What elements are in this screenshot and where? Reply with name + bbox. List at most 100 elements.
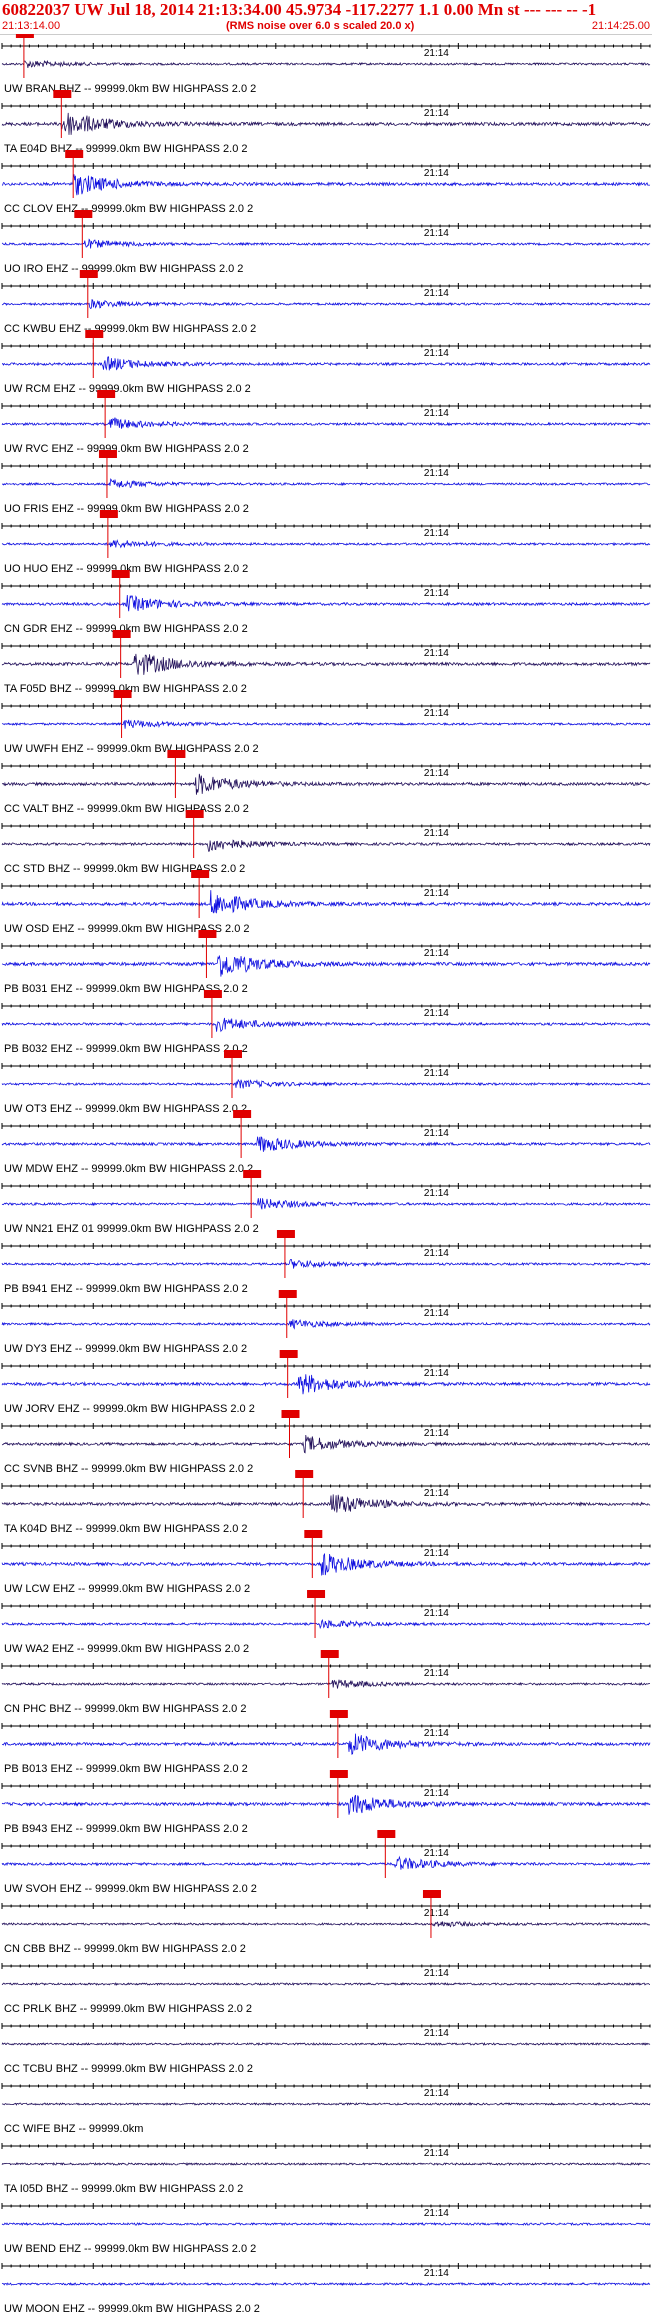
minute-label: 21:14 [424,2268,449,2279]
waveform-trace [1,1552,651,1576]
waveform-trace [1,238,651,249]
waveform-trace [1,890,651,914]
pick-flag [223,1050,242,1058]
waveform-trace [1,1319,651,1330]
channel-label: UW NN21 EHZ 01 99999.0km BW HIGHPASS 2.0… [4,1223,259,1235]
channel-14: 21:14UW OSD EHZ -- 99999.0km BW HIGHPASS… [1,870,651,935]
pick-flag [97,390,116,398]
channel-1: 21:14 TA E04D BHZ -- 99999.0km BW HIGHPAS… [1,90,651,155]
pick-flag [185,810,204,818]
pick-flag [98,450,117,458]
channel-27: 21:14 CN PHC BHZ -- 99999.0km BW HIGHPASS… [1,1650,651,1715]
waveform-trace [1,1618,651,1630]
channel-24: 21:14 TA K04D BHZ -- 99999.0km BW HIGHPAS… [1,1470,651,1535]
channel-5: 21:14 UW RCM EHZ -- 99999.0km BW HIGHPASS… [1,330,651,395]
channel-34: 21:14 CC WIFE BHZ -- 99999.0km [1,2083,651,2135]
channel-label: UW OT3 EHZ -- 99999.0km BW HIGHPASS 2.0 … [4,1103,247,1115]
channel-label: CC WIFE BHZ -- 99999.0km [4,2123,143,2135]
pick-flag [329,1710,348,1718]
minute-label: 21:14 [424,468,449,479]
channel-label: UW BRAN BHZ -- 99999.0km BW HIGHPASS 2.0… [4,83,256,95]
waveform-trace [1,2221,651,2227]
channel-label: CN CBB BHZ -- 99999.0km BW HIGHPASS 2.0 … [4,1943,246,1955]
minute-label: 21:14 [424,528,449,539]
channel-label: UW JORV EHZ -- 99999.0km BW HIGHPASS 2.0… [4,1403,255,1415]
channel-label: CC TCBU BHZ -- 99999.0km BW HIGHPASS 2.0… [4,2063,253,2075]
waveform-trace [1,839,651,852]
waveform-trace [1,1258,651,1269]
channel-15: 21:14PB B031 EHZ -- 99999.0km BW HIGHPAS… [1,930,651,995]
channel-29: 21:14 PB B943 EHZ -- 99999.0km BW HIGHPAS… [1,1770,651,1835]
channel-2: 21:14 CC CLOV EHZ -- 99999.0km BW HIGHPAS… [1,150,651,215]
pick-flag [307,1590,326,1598]
pick-flag [112,630,131,638]
channel-31: 21:14 CN CBB BHZ -- 99999.0km BW HIGHPASS… [1,1890,651,1955]
minute-label: 21:14 [424,828,449,839]
waveform-trace [1,773,651,795]
channel-9: 21:14CN GDR EHZ -- 99999.0km BW HIGHPASS… [1,570,651,635]
channel-30: 21:14 UW SVOH EHZ -- 99999.0km BW HIGHPAS… [1,1830,651,1895]
waveform-trace [1,1733,651,1755]
channel-label: UW RCM EHZ -- 99999.0km BW HIGHPASS 2.0 … [4,383,251,395]
channel-11: 21:14 UW UWFH EHZ -- 99999.0km BW HIGHPAS… [1,690,651,755]
minute-label: 21:14 [424,1008,449,1019]
channel-label: UO IRO EHZ -- 99999.0km BW HIGHPASS 2.0 … [4,263,243,275]
channel-label: PB B941 EHZ -- 99999.0km BW HIGHPASS 2.0… [4,1283,248,1295]
minute-label: 21:14 [424,1848,449,1859]
pick-flag [276,1230,295,1238]
pick-flag [198,930,217,938]
minute-label: 21:14 [424,1308,449,1319]
minute-label: 21:14 [424,408,449,419]
waveform-trace [1,955,651,977]
minute-label: 21:14 [424,1248,449,1259]
minute-label: 21:14 [424,228,449,239]
channel-23: 21:14 CC SVNB BHZ -- 99999.0km BW HIGHPAS… [1,1410,651,1475]
waveform-trace [1,1920,651,1928]
channel-label: UW BEND EHZ -- 99999.0km BW HIGHPASS 2.0… [4,2243,256,2255]
pick-flag [191,870,210,878]
waveform-trace [1,1017,651,1033]
pick-flag [65,150,84,158]
minute-label: 21:14 [424,1668,449,1679]
pick-flag [329,1770,348,1778]
waveform-trace [1,1855,651,1870]
channel-label: UW WA2 EHZ -- 99999.0km BW HIGHPASS 2.0 … [4,1643,249,1655]
channel-label: CC KWBU EHZ -- 99999.0km BW HIGHPASS 2.0… [4,323,256,335]
channel-8: 21:14UO HUO EHZ -- 99999.0km BW HIGHPASS… [1,510,651,575]
waveform-trace [1,478,651,488]
channel-label: UW MDW EHZ -- 99999.0km BW HIGHPASS 2.0 … [4,1163,253,1175]
channel-label: CC SVNB BHZ -- 99999.0km BW HIGHPASS 2.0… [4,1463,253,1475]
event-title: 60822037 UW Jul 18, 2014 21:13:34.00 45.… [2,0,597,19]
pick-flag [53,90,72,98]
pick-flag [281,1410,300,1418]
waveform-trace [1,416,651,429]
minute-label: 21:14 [424,1728,449,1739]
minute-label: 21:14 [424,1068,449,1079]
waveform-trace [1,1078,651,1089]
channel-3: 21:14 UO IRO EHZ -- 99999.0km BW HIGHPASS… [1,210,651,275]
pick-flag [278,1290,297,1298]
end-time-label: 21:14:25.00 [591,20,650,32]
minute-label: 21:14 [424,1128,449,1139]
minute-label: 21:14 [424,1608,449,1619]
waveform-trace [1,1494,651,1513]
pick-flag [15,34,34,38]
start-time-label: 21:13:14.00 [2,20,61,32]
waveform-trace [1,2041,651,2046]
minute-label: 21:14 [424,768,449,779]
channel-13: 21:14CC STD BHZ -- 99999.0km BW HIGHPASS… [1,810,651,875]
channel-4: 21:14 CC KWBU EHZ -- 99999.0km BW HIGHPAS… [1,270,651,335]
waveform-trace [1,1374,651,1395]
channel-0: 21:14 UW BRAN BHZ -- 99999.0km BW HIGHPAS… [1,34,651,95]
channel-label: PB B032 EHZ -- 99999.0km BW HIGHPASS 2.0… [4,1043,248,1055]
pick-flag [304,1530,323,1538]
rms-note: (RMS noise over 6.0 s scaled 20.0 x) [226,20,415,32]
channel-label: CC VALT BHZ -- 99999.0km BW HIGHPASS 2.0… [4,803,249,815]
waveform-trace [1,112,651,135]
channel-label: PB B013 EHZ -- 99999.0km BW HIGHPASS 2.0… [4,1763,248,1775]
pick-flag [279,1350,298,1358]
minute-label: 21:14 [424,1548,449,1559]
minute-label: 21:14 [424,348,449,359]
pick-flag [85,330,104,338]
waveform-trace [1,2161,651,2166]
